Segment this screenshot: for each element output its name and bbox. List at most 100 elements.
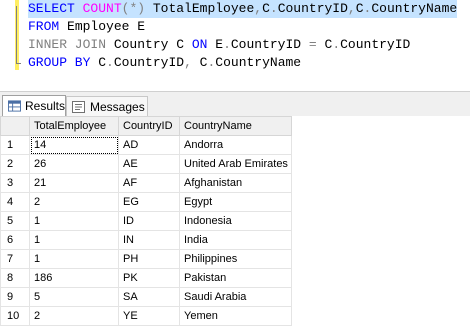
operator: ,: [254, 1, 263, 16]
cell-countryname[interactable]: Philippines: [179, 249, 292, 269]
grid-icon: [8, 100, 21, 112]
sql-editor[interactable]: SELECT COUNT(*) TotalEmployee,C.CountryI…: [0, 0, 470, 78]
row-number[interactable]: 2: [0, 154, 30, 174]
identifier: CountryID: [230, 37, 309, 52]
row-number[interactable]: 4: [0, 192, 30, 212]
tab-messages[interactable]: Messages: [66, 96, 148, 116]
outline-collapse-line: [16, 6, 17, 64]
cell-countryid[interactable]: PK: [118, 268, 180, 288]
operator: .: [106, 55, 114, 70]
cell-totalemployee[interactable]: 1: [29, 211, 119, 231]
cell-countryname[interactable]: India: [179, 230, 292, 250]
operator: .: [332, 37, 341, 52]
cell-countryname[interactable]: Indonesia: [179, 211, 292, 231]
tab-results-label: Results: [24, 99, 65, 113]
table-row[interactable]: 2 26 AE United Arab Emirates: [0, 154, 292, 174]
identifier: CountryID: [113, 55, 185, 70]
identifier: E: [207, 37, 224, 52]
keyword: GROUP BY: [28, 55, 91, 70]
operator: INNER JOIN: [28, 37, 107, 52]
cell-countryid[interactable]: SA: [118, 287, 180, 307]
cell-countryid[interactable]: YE: [118, 306, 180, 326]
results-table: TotalEmployee CountryID CountryName 1 14 A…: [0, 116, 292, 326]
cell-countryname[interactable]: Pakistan: [179, 268, 292, 288]
results-tab-strip: Results Messages: [0, 91, 470, 116]
identifier: C: [262, 1, 270, 16]
header-row: TotalEmployee CountryID CountryName: [0, 116, 292, 136]
keyword: FROM: [28, 19, 60, 34]
cell-countryname[interactable]: Afghanistan: [179, 173, 292, 193]
identifier: C: [355, 1, 364, 16]
operator: ,: [184, 55, 192, 70]
column-header-totalemployee[interactable]: TotalEmployee: [29, 116, 119, 136]
row-number[interactable]: 7: [0, 249, 30, 269]
cell-countryid[interactable]: AD: [118, 135, 180, 155]
column-header-countryname[interactable]: CountryName: [179, 116, 292, 136]
messages-icon: [72, 100, 85, 113]
code-line-3[interactable]: INNER JOIN Country C ON E.CountryID = C.…: [28, 36, 410, 54]
identifier: Employee E: [59, 19, 146, 34]
row-number[interactable]: 10: [0, 306, 30, 326]
operator: .: [223, 37, 231, 52]
table-row[interactable]: 7 1 PH Philippines: [0, 249, 292, 269]
identifier: C: [90, 55, 107, 70]
row-number[interactable]: 1: [0, 135, 30, 155]
results-grid[interactable]: TotalEmployee CountryID CountryName 1 14 A…: [0, 116, 470, 329]
cell-totalemployee[interactable]: 14: [29, 135, 119, 155]
table-row[interactable]: 9 5 SA Saudi Arabia: [0, 287, 292, 307]
cell-countryid[interactable]: IN: [118, 230, 180, 250]
row-number[interactable]: 3: [0, 173, 30, 193]
tab-results[interactable]: Results: [2, 95, 66, 116]
function-name: COUNT: [82, 1, 122, 16]
row-number[interactable]: 9: [0, 287, 30, 307]
identifier: C: [316, 37, 333, 52]
cell-countryname[interactable]: Saudi Arabia: [179, 287, 292, 307]
row-number[interactable]: 5: [0, 211, 30, 231]
table-row[interactable]: 10 2 YE Yemen: [0, 306, 292, 326]
cell-countryname[interactable]: Andorra: [179, 135, 292, 155]
identifier: CountryID: [277, 1, 348, 16]
operator: ,: [347, 1, 356, 16]
identifier: TotalEmployee: [145, 1, 255, 16]
cell-countryid[interactable]: EG: [118, 192, 180, 212]
cell-countryname[interactable]: United Arab Emirates: [179, 154, 292, 174]
identifier: CountryName: [215, 55, 302, 70]
cell-totalemployee[interactable]: 2: [29, 306, 119, 326]
cell-totalemployee[interactable]: 21: [29, 173, 119, 193]
cell-totalemployee[interactable]: 2: [29, 192, 119, 212]
cell-countryid[interactable]: AF: [118, 173, 180, 193]
cell-countryid[interactable]: PH: [118, 249, 180, 269]
row-number[interactable]: 8: [0, 268, 30, 288]
cell-countryid[interactable]: ID: [118, 211, 180, 231]
code-line-1[interactable]: SELECT COUNT(*) TotalEmployee,C.CountryI…: [28, 0, 458, 18]
cell-countryname[interactable]: Yemen: [179, 306, 292, 326]
cell-totalemployee[interactable]: 1: [29, 230, 119, 250]
operator: =: [308, 37, 317, 52]
cell-totalemployee[interactable]: 186: [29, 268, 119, 288]
cell-totalemployee[interactable]: 26: [29, 154, 119, 174]
table-row[interactable]: 1 14 AD Andorra: [0, 135, 292, 155]
table-row[interactable]: 5 1 ID Indonesia: [0, 211, 292, 231]
table-row[interactable]: 8 186 PK Pakistan: [0, 268, 292, 288]
keyword: SELECT: [28, 1, 75, 16]
cell-countryid[interactable]: AE: [118, 154, 180, 174]
column-header-countryid[interactable]: CountryID: [118, 116, 180, 136]
row-number[interactable]: 6: [0, 230, 30, 250]
identifier: CountryName: [371, 1, 458, 16]
identifier: Country C: [106, 37, 192, 52]
tab-messages-label: Messages: [90, 99, 145, 114]
identifier: C: [191, 55, 208, 70]
identifier: CountryID: [340, 37, 411, 52]
table-row[interactable]: 6 1 IN India: [0, 230, 292, 250]
table-row[interactable]: 4 2 EG Egypt: [0, 192, 292, 212]
cell-totalemployee[interactable]: 5: [29, 287, 119, 307]
row-header-corner[interactable]: [0, 116, 30, 136]
code-line-2[interactable]: FROM Employee E: [28, 18, 145, 36]
cell-totalemployee[interactable]: 1: [29, 249, 119, 269]
keyword: ON: [191, 37, 208, 52]
outline-collapse-end: [16, 63, 21, 64]
code-line-4[interactable]: GROUP BY C.CountryID, C.CountryName: [28, 54, 301, 72]
table-row[interactable]: 3 21 AF Afghanistan: [0, 173, 292, 193]
operator: .: [269, 1, 278, 16]
cell-countryname[interactable]: Egypt: [179, 192, 292, 212]
